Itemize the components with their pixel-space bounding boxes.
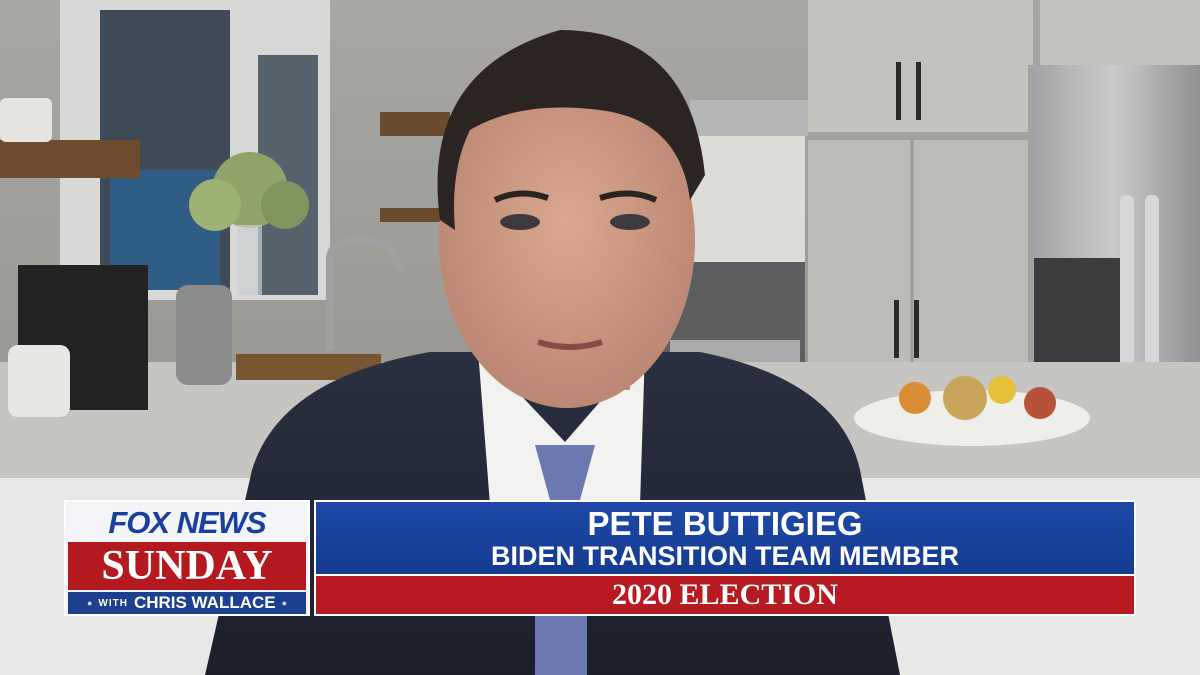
dot-separator-icon: ● — [281, 598, 288, 608]
fox-news-sunday-logo: FOX NEWS SUNDAY ● WITH CHRIS WALLACE ● — [64, 500, 310, 616]
dot-separator-icon: ● — [86, 598, 93, 608]
show-name: SUNDAY — [68, 542, 306, 590]
guest-title: BIDEN TRANSITION TEAM MEMBER — [491, 541, 959, 571]
topic-bar: 2020 ELECTION — [314, 576, 1136, 616]
backsplash — [690, 135, 805, 265]
with-label: WITH — [98, 597, 128, 609]
guest-name: PETE BUTTIGIEG — [587, 505, 863, 542]
fox-news-logo: FOX NEWS — [108, 505, 266, 540]
lower-third-graphic: FOX NEWS SUNDAY ● WITH CHRIS WALLACE ● P… — [64, 500, 1136, 616]
kettle — [176, 285, 232, 385]
host-name: CHRIS WALLACE — [133, 593, 276, 612]
wooden-shelf — [0, 140, 140, 178]
guest-name-bar: PETE BUTTIGIEG BIDEN TRANSITION TEAM MEM… — [314, 500, 1136, 576]
range-hood — [690, 100, 808, 136]
host-line: ● WITH CHRIS WALLACE ● — [68, 592, 306, 614]
